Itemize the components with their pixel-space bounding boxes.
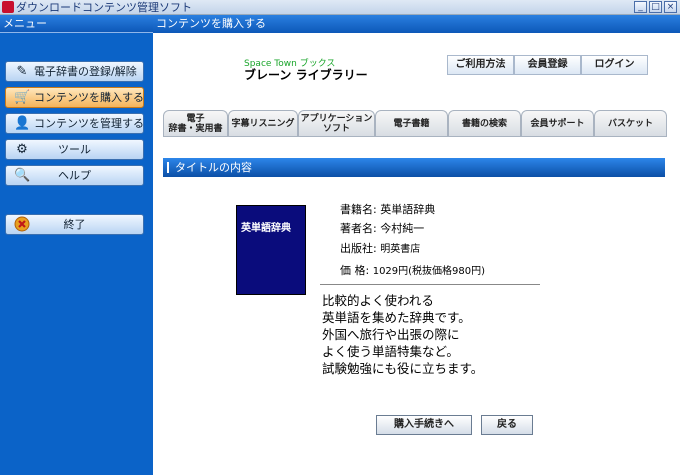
tab-dictionary-practical[interactable]: 電子 辞書・実用書	[163, 110, 228, 136]
menu-header: メニュー	[0, 15, 153, 33]
book-title-label: 書籍名:	[340, 203, 377, 216]
book-publisher-row: 出版社: 明英書店	[340, 240, 420, 256]
book-author-value: 今村純一	[380, 222, 425, 235]
tab-divider	[163, 136, 667, 137]
tab-application-line1: アプリケーション	[300, 113, 373, 124]
description-line: 比較的よく使われる	[322, 293, 434, 308]
tab-book-search-label: 書籍の検索	[461, 118, 507, 129]
title-bar: ダウンロードコンテンツ管理ソフト _ □ ×	[0, 0, 680, 15]
book-cover-image: 英単語辞典	[236, 205, 306, 295]
info-divider	[320, 284, 540, 285]
book-cover-title: 英単語辞典	[241, 223, 291, 234]
book-author-label: 著者名:	[340, 222, 377, 235]
close-button[interactable]: ×	[664, 1, 677, 13]
tab-subtitle-listening-label: 字幕リスニング	[231, 118, 295, 129]
book-price-value: 1029円(税抜価格980円)	[372, 266, 486, 277]
tab-dictionary-line2: 辞書・実用書	[168, 123, 223, 134]
book-author-row: 著者名: 今村純一	[340, 220, 424, 236]
proceed-to-purchase-button[interactable]: 購入手続きへ	[376, 415, 472, 435]
content-header: コンテンツを購入する	[153, 15, 680, 33]
section-title-bar: タイトルの内容	[163, 158, 665, 177]
menu-manage-content[interactable]: 👤 コンテンツを管理する	[5, 113, 144, 134]
usage-guide-button[interactable]: ご利用方法	[447, 55, 514, 75]
tab-member-support-label: 会員サポート	[530, 118, 585, 129]
book-title-row: 書籍名: 英単語辞典	[340, 201, 435, 217]
login-button[interactable]: ログイン	[581, 55, 648, 75]
maximize-button[interactable]: □	[649, 1, 662, 13]
tab-ebooks-label: 電子書籍	[393, 118, 430, 129]
description-line: 英単語を集めた辞典です。	[322, 310, 471, 325]
tab-ebooks[interactable]: 電子書籍	[375, 110, 448, 136]
menu-tools[interactable]: ⚙ ツール	[5, 139, 144, 160]
book-price-row: 価 格: 1029円(税抜価格980円)	[340, 262, 485, 278]
menu-help-label: ヘルプ	[58, 169, 91, 182]
menu-purchase-content[interactable]: 🛒 コンテンツを購入する	[5, 87, 144, 108]
exit-label: 終了	[63, 218, 86, 231]
user-icon: 👤	[14, 116, 31, 131]
menu-help[interactable]: 🔍 ヘルプ	[5, 165, 144, 186]
menu-tools-label: ツール	[58, 143, 91, 156]
tab-basket-label: バスケット	[607, 118, 653, 129]
book-publisher-label: 出版社:	[340, 242, 377, 255]
book-price-label: 価 格:	[340, 264, 370, 277]
menu-register-dictionary-label: 電子辞書の登録/解除	[34, 65, 137, 78]
book-publisher-value: 明英書店	[380, 244, 421, 255]
member-registration-button[interactable]: 会員登録	[514, 55, 581, 75]
tab-subtitle-listening[interactable]: 字幕リスニング	[228, 110, 298, 136]
exit-button[interactable]: 終了	[5, 214, 144, 235]
description-line: よく使う単語特集など。	[322, 344, 459, 359]
menu-purchase-content-label: コンテンツを購入する	[34, 91, 144, 104]
menu-manage-content-label: コンテンツを管理する	[34, 117, 144, 130]
book-title-value: 英単語辞典	[380, 203, 436, 216]
app-icon	[2, 1, 14, 13]
tab-book-search[interactable]: 書籍の検索	[448, 110, 521, 136]
description-line: 試験勉強にも役に立ちます。	[322, 361, 484, 376]
minimize-button[interactable]: _	[634, 1, 647, 13]
description-line: 外国へ旅行や出張の際に	[322, 327, 460, 342]
cart-icon: 🛒	[14, 90, 31, 105]
tab-member-support[interactable]: 会員サポート	[521, 110, 594, 136]
book-description: 比較的よく使われる 英単語を集めた辞典です。 外国へ旅行や出張の際に よく使う単…	[322, 292, 483, 377]
tab-dictionary-line1: 電子	[186, 113, 205, 124]
brand-title: ブレーン ライブラリー	[244, 68, 368, 82]
tab-basket[interactable]: バスケット	[594, 110, 667, 136]
left-menu-panel: メニュー	[0, 15, 153, 475]
tab-application-line2: ソフト	[322, 123, 350, 134]
window-title: ダウンロードコンテンツ管理ソフト	[16, 1, 192, 14]
tab-application-software[interactable]: アプリケーション ソフト	[298, 110, 375, 136]
back-button[interactable]: 戻る	[481, 415, 533, 435]
pencil-icon: ✎	[16, 64, 28, 79]
menu-register-dictionary[interactable]: ✎ 電子辞書の登録/解除	[5, 61, 144, 82]
